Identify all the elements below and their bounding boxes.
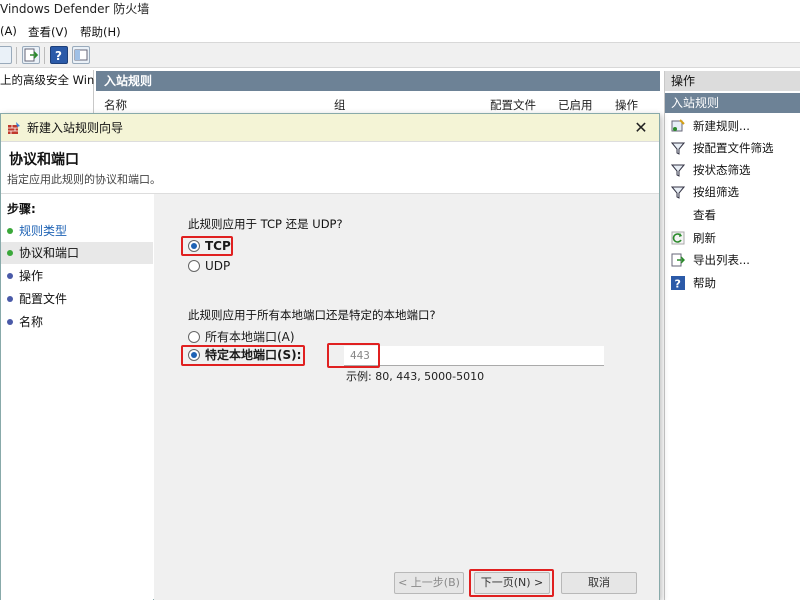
toolbar-separator: [16, 47, 17, 64]
inbound-rules-header: 入站规则: [96, 71, 660, 91]
step-current-dot: [7, 250, 13, 256]
action-filter-group[interactable]: 按组筛选: [665, 181, 800, 203]
step-label: 规则类型: [19, 224, 68, 238]
action-label: 查看: [693, 208, 716, 222]
step-complete-dot: [7, 228, 13, 234]
actions-subheader[interactable]: 入站规则: [665, 93, 800, 113]
udp-radio[interactable]: [188, 260, 200, 272]
wizard-header: 协议和端口 指定应用此规则的协议和端口。: [1, 143, 659, 193]
action-label: 导出列表...: [693, 253, 750, 267]
export-icon[interactable]: [22, 46, 40, 64]
port-input[interactable]: [344, 346, 604, 366]
actions-pane: 操作 入站规则 新建规则... 按配置文件筛选 按状态筛选 按组筛选 查看 刷新…: [664, 71, 800, 600]
action-new-rule[interactable]: 新建规则...: [665, 115, 800, 137]
menu-action[interactable]: (A): [0, 24, 17, 38]
action-label: 按状态筛选: [693, 163, 751, 177]
menu-view[interactable]: 查看(V): [28, 24, 68, 40]
action-export-list[interactable]: 导出列表...: [665, 249, 800, 271]
step-protocol-port[interactable]: 协议和端口: [1, 242, 153, 264]
filter-icon: [671, 186, 685, 199]
action-view[interactable]: 查看: [665, 204, 800, 226]
port-input-highlight-box: [327, 343, 380, 368]
new-rule-icon: [671, 119, 685, 132]
action-refresh[interactable]: 刷新: [665, 227, 800, 249]
show-hide-pane-icon[interactable]: [72, 46, 90, 64]
protocol-question: 此规则应用于 TCP 还是 UDP?: [188, 217, 343, 231]
port-question: 此规则应用于所有本地端口还是特定的本地端口?: [188, 308, 436, 322]
actions-header: 操作: [665, 71, 800, 91]
svg-text:?: ?: [675, 278, 681, 291]
column-enabled[interactable]: 已启用: [558, 97, 593, 113]
step-rule-type[interactable]: 规则类型: [1, 220, 153, 242]
filter-icon: [671, 164, 685, 177]
filter-icon: [671, 142, 685, 155]
action-label: 按配置文件筛选: [693, 141, 774, 155]
menu-bar: (A) 查看(V) 帮助(H): [0, 22, 800, 42]
window-title-bar: Vindows Defender 防火墙: [0, 0, 800, 22]
step-action: 操作: [1, 265, 153, 287]
toolbar: ?: [0, 42, 800, 68]
step-pending-dot: [7, 273, 13, 279]
action-filter-profile[interactable]: 按配置文件筛选: [665, 137, 800, 159]
column-profile[interactable]: 配置文件: [490, 97, 536, 113]
wizard-subheading: 指定应用此规则的协议和端口。: [7, 173, 161, 186]
all-ports-radio[interactable]: [188, 331, 200, 343]
back-button[interactable]: < 上一步(B): [394, 572, 464, 594]
export-icon: [671, 253, 685, 267]
column-group[interactable]: 组: [334, 97, 346, 113]
wizard-content: 此规则应用于 TCP 还是 UDP? TCP UDP 此规则应用于所有本地端口还…: [154, 194, 659, 600]
firewall-wizard-icon: [8, 122, 20, 134]
action-help[interactable]: ? 帮助: [665, 272, 800, 294]
step-profile: 配置文件: [1, 288, 153, 310]
tcp-radio[interactable]: [188, 240, 200, 252]
toolbar-separator: [44, 47, 45, 64]
specific-ports-radio[interactable]: [188, 349, 200, 361]
help-icon: ?: [671, 276, 685, 290]
rules-column-header: 名称 组 配置文件 已启用 操作: [96, 93, 660, 115]
action-label: 按组筛选: [693, 185, 739, 199]
specific-ports-label: 特定本地端口(S):: [205, 348, 302, 362]
next-button-highlight-box: [469, 569, 554, 597]
action-label: 新建规则...: [693, 119, 750, 133]
tree-node-firewall[interactable]: 上的高级安全 Winc: [0, 72, 94, 88]
step-label: 协议和端口: [19, 246, 80, 260]
action-label: 刷新: [693, 231, 716, 245]
column-action[interactable]: 操作: [615, 97, 638, 113]
step-label: 操作: [19, 269, 44, 283]
port-example: 示例: 80, 443, 5000-5010: [346, 370, 485, 383]
step-pending-dot: [7, 296, 13, 302]
help-icon[interactable]: ?: [50, 46, 68, 64]
tcp-label: TCP: [205, 239, 231, 253]
svg-text:?: ?: [55, 49, 62, 63]
wizard-title-bar: 新建入站规则向导: [1, 114, 659, 142]
wizard-title: 新建入站规则向导: [27, 121, 124, 135]
wizard-heading: 协议和端口: [9, 152, 79, 168]
step-label: 配置文件: [19, 292, 68, 306]
step-name: 名称: [1, 311, 153, 333]
back-icon[interactable]: [0, 46, 12, 64]
action-label: 帮助: [693, 276, 716, 290]
wizard-steps: 步骤: 规则类型 协议和端口 操作 配置文件 名称: [1, 194, 153, 600]
close-icon[interactable]: ✕: [631, 118, 651, 138]
refresh-icon: [671, 231, 685, 245]
all-ports-label: 所有本地端口(A): [205, 330, 295, 344]
step-label: 名称: [19, 315, 44, 329]
new-inbound-rule-wizard: 新建入站规则向导 ✕ 协议和端口 指定应用此规则的协议和端口。 步骤: 规则类型…: [0, 113, 660, 600]
udp-label: UDP: [205, 259, 231, 273]
column-name[interactable]: 名称: [104, 97, 127, 113]
window-title: Vindows Defender 防火墙: [0, 2, 150, 16]
menu-help[interactable]: 帮助(H): [80, 24, 121, 40]
steps-title: 步骤:: [7, 202, 36, 216]
cancel-button[interactable]: 取消: [561, 572, 637, 594]
step-pending-dot: [7, 319, 13, 325]
action-filter-state[interactable]: 按状态筛选: [665, 159, 800, 181]
